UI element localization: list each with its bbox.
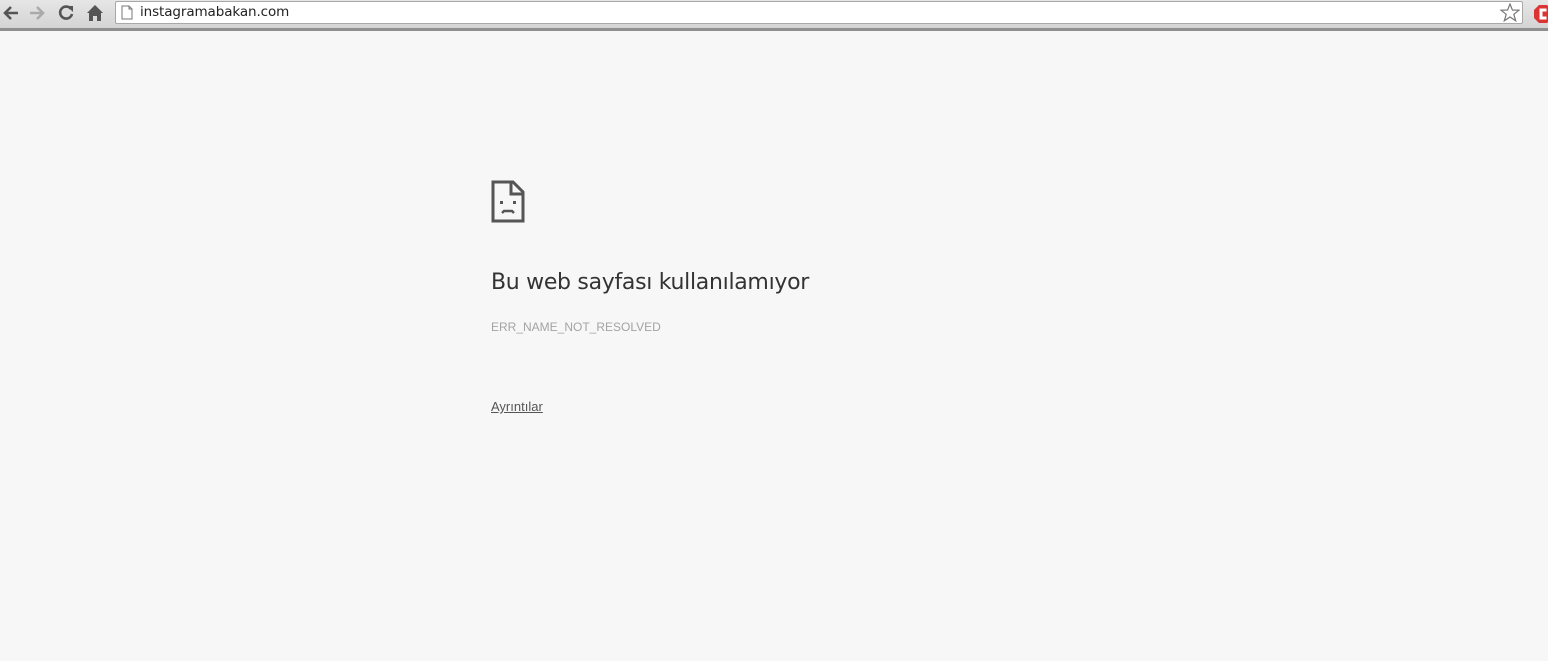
details-link[interactable]: Ayrıntılar [491, 399, 543, 414]
reload-icon [58, 5, 74, 20]
home-button[interactable] [84, 3, 106, 23]
adblock-icon[interactable] [1533, 4, 1548, 24]
page-icon [121, 5, 133, 20]
error-title: Bu web sayfası kullanılamıyor [491, 270, 810, 295]
back-button[interactable] [0, 3, 22, 23]
reload-button[interactable] [55, 3, 77, 23]
forward-arrow-icon [30, 6, 45, 20]
address-bar[interactable]: instagramabakan.com [115, 1, 1523, 24]
forward-button[interactable] [26, 3, 48, 23]
browser-toolbar: instagramabakan.com [0, 0, 1548, 31]
star-icon[interactable] [1500, 3, 1520, 22]
sad-page-icon [491, 180, 525, 223]
back-arrow-icon [3, 6, 18, 20]
address-bar-url: instagramabakan.com [140, 4, 290, 20]
error-code: ERR_NAME_NOT_RESOLVED [491, 320, 661, 334]
home-icon [87, 5, 103, 21]
